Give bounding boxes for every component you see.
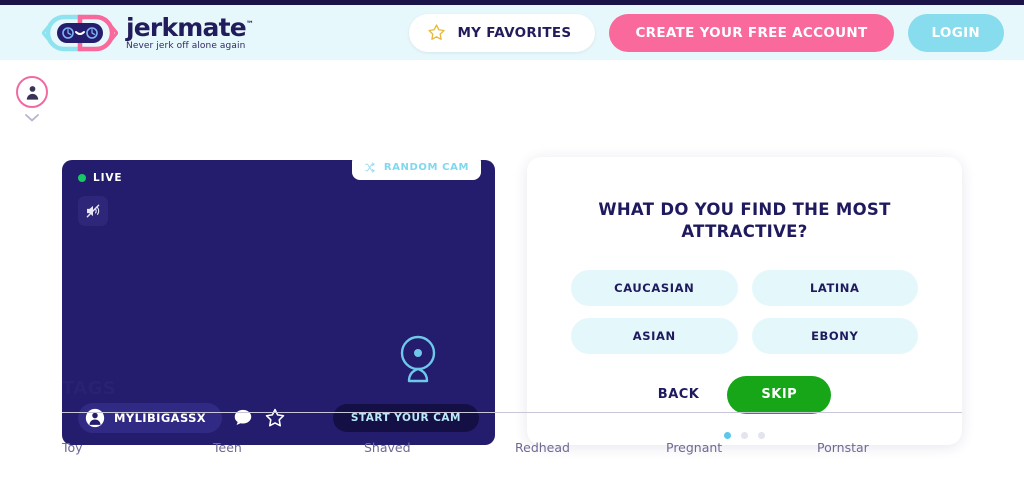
- login-button[interactable]: LOGIN: [907, 13, 1004, 52]
- tag-item-pornstar[interactable]: Pornstar: [817, 440, 968, 455]
- random-cam-label: RANDOM CAM: [383, 161, 469, 173]
- quiz-question: WHAT DO YOU FIND THE MOST ATTRACTIVE?: [598, 200, 891, 242]
- my-favorites-button[interactable]: MY FAVORITES: [409, 13, 596, 52]
- quiz-option-caucasian[interactable]: CAUCASIAN: [571, 269, 738, 306]
- tag-item-pregnant[interactable]: Pregnant: [666, 440, 817, 455]
- tags-section: TAGS Toy Teen Shaved Redhead Pregnant Po…: [62, 378, 962, 455]
- speaker-muted-icon: [86, 204, 100, 218]
- tag-item-teen[interactable]: Teen: [213, 440, 364, 455]
- live-badge: LIVE: [78, 172, 123, 184]
- shuffle-icon: [365, 161, 375, 173]
- tag-item-redhead[interactable]: Redhead: [515, 440, 666, 455]
- tags-heading: TAGS: [62, 378, 117, 399]
- star-icon: [428, 24, 446, 40]
- user-avatar-button[interactable]: [16, 76, 48, 108]
- quiz-option-asian[interactable]: ASIAN: [571, 317, 738, 354]
- site-logo[interactable]: jerkmate™ Never jerk off alone again: [42, 12, 254, 53]
- quiz-options: CAUCASIAN LATINA ASIAN EBONY: [571, 269, 918, 354]
- tags-divider: [62, 412, 962, 413]
- page-body: LIVE RANDOM CAM MYLIBIGASSX START YOUR C…: [0, 60, 1024, 500]
- live-label: LIVE: [93, 172, 123, 184]
- logo-tagline: Never jerk off alone again: [126, 40, 246, 51]
- logo-trademark: ™: [245, 19, 254, 29]
- tags-list: Toy Teen Shaved Redhead Pregnant Pornsta…: [62, 440, 962, 455]
- robot-face-icon: [42, 14, 118, 51]
- live-indicator-dot: [78, 174, 86, 182]
- logo-wordmark: jerkmate: [126, 12, 247, 42]
- tag-item-shaved[interactable]: Shaved: [364, 440, 515, 455]
- quiz-option-latina[interactable]: LATINA: [751, 269, 918, 306]
- my-favorites-label: MY FAVORITES: [457, 24, 572, 41]
- user-avatar-icon: [26, 85, 38, 100]
- site-header: jerkmate™ Never jerk off alone again MY …: [0, 5, 1024, 60]
- quiz-option-ebony[interactable]: EBONY: [751, 317, 918, 354]
- mute-toggle-button[interactable]: [78, 196, 108, 226]
- random-cam-button[interactable]: RANDOM CAM: [351, 154, 481, 180]
- tag-item-toy[interactable]: Toy: [62, 440, 213, 455]
- create-account-button[interactable]: CREATE YOUR FREE ACCOUNT: [609, 13, 894, 52]
- left-rail: [10, 76, 54, 123]
- webcam-icon: [400, 335, 436, 383]
- header-actions: MY FAVORITES CREATE YOUR FREE ACCOUNT LO…: [409, 13, 1004, 52]
- chevron-down-icon[interactable]: [23, 112, 41, 123]
